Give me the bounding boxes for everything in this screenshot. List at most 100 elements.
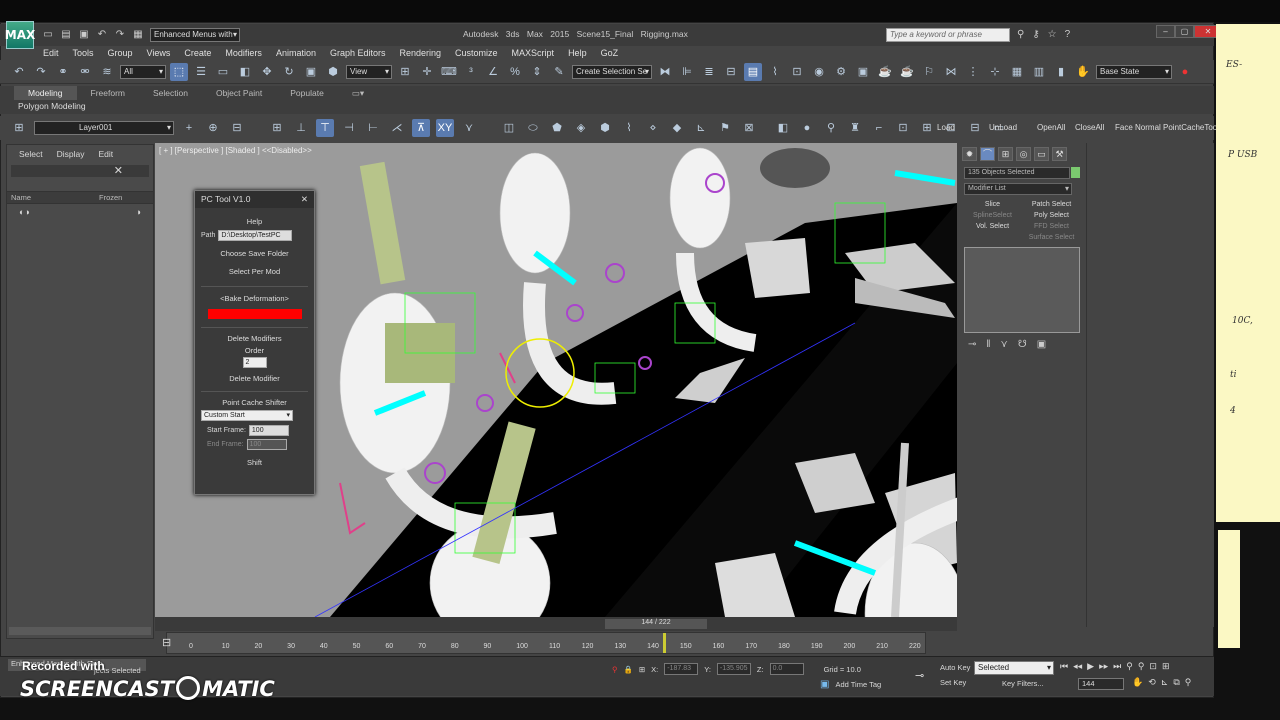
select-manipulate-icon[interactable]: ✛: [418, 63, 436, 81]
star-icon[interactable]: ☆: [1048, 29, 1057, 40]
minimize-icon[interactable]: –: [1156, 25, 1175, 38]
patch-select-button[interactable]: Patch Select: [1023, 201, 1080, 208]
slice-button[interactable]: Slice: [964, 201, 1021, 208]
layer-dropdown[interactable]: Layer001: [34, 121, 174, 135]
constraint-x-icon[interactable]: ⊤: [316, 119, 334, 137]
choose-folder-button[interactable]: Choose Save Folder: [195, 246, 314, 260]
render-frame-icon[interactable]: ▣: [854, 63, 872, 81]
auto-key-button[interactable]: Auto Key: [940, 663, 970, 672]
explorer-menu-edit[interactable]: Edit: [99, 149, 114, 159]
create-layer-icon[interactable]: +: [180, 119, 198, 137]
state-clapper-icon[interactable]: ▥: [1030, 63, 1048, 81]
plugin-icon-14[interactable]: ⚲: [822, 119, 840, 137]
window-crossing-icon[interactable]: ◧: [236, 63, 254, 81]
key-icon[interactable]: ⊸: [915, 669, 924, 682]
select-object-icon[interactable]: ⬚: [170, 63, 188, 81]
tab-populate[interactable]: Populate: [276, 86, 338, 100]
plugin-icon-6[interactable]: ⌇: [620, 119, 638, 137]
menu-graph-editors[interactable]: Graph Editors: [323, 46, 393, 60]
select-layer-icon[interactable]: ⊟: [228, 119, 246, 137]
ribbon-toggle-icon[interactable]: ▤: [744, 63, 762, 81]
render-icon[interactable]: ☕: [876, 63, 894, 81]
modify-tab-icon[interactable]: ⌒: [980, 147, 995, 161]
spinner-snap-icon[interactable]: ⇕: [528, 63, 546, 81]
select-by-name-icon[interactable]: ☰: [192, 63, 210, 81]
redo-icon[interactable]: ↷: [114, 29, 126, 41]
time-tag-icon[interactable]: ▣: [820, 679, 829, 690]
selection-name-field[interactable]: 135 Objects Selected: [964, 167, 1070, 179]
record-icon[interactable]: ●: [1176, 63, 1194, 81]
plugin-icon-9[interactable]: ⊾: [692, 119, 710, 137]
remove-modifier-icon[interactable]: ☋: [1018, 339, 1027, 350]
plugin-icon-10[interactable]: ⚑: [716, 119, 734, 137]
next-frame-icon[interactable]: ▸▸: [1099, 661, 1108, 672]
plugin-icon-15[interactable]: ♜: [846, 119, 864, 137]
current-frame-input[interactable]: 144: [1078, 678, 1124, 690]
maximize-viewport-icon[interactable]: ⧉: [1173, 677, 1179, 688]
face-normal-button[interactable]: Face Normal: [1115, 123, 1163, 132]
plugin-icon-5[interactable]: ⬢: [596, 119, 614, 137]
network-icon[interactable]: ⊹: [986, 63, 1004, 81]
edit-named-sel-icon[interactable]: ✎: [550, 63, 568, 81]
constraint-plane-icon[interactable]: ⊼: [412, 119, 430, 137]
undo-icon[interactable]: ↶: [96, 29, 108, 41]
zoom-extents-all-icon[interactable]: ⊞: [1162, 661, 1170, 672]
y-coord[interactable]: -135.905: [716, 663, 751, 675]
x-coord[interactable]: -187.83: [664, 663, 699, 675]
state-record-icon[interactable]: ▮: [1052, 63, 1070, 81]
openall-button[interactable]: OpenAll: [1037, 123, 1075, 132]
unload-button[interactable]: UnLoad: [989, 123, 1037, 132]
modifier-list-dropdown[interactable]: Modifier List: [964, 183, 1072, 195]
play-icon[interactable]: ▶: [1087, 661, 1094, 672]
create-tab-icon[interactable]: ✹: [962, 147, 977, 161]
time-slider[interactable]: 144 / 222: [155, 617, 957, 631]
new-file-icon[interactable]: ▭: [42, 29, 54, 41]
scene-explorer-icon[interactable]: ⊟: [722, 63, 740, 81]
redo-icon[interactable]: ↷: [32, 63, 50, 81]
explorer-scrollbar[interactable]: [9, 627, 151, 635]
open-file-icon[interactable]: ▤: [60, 29, 72, 41]
z-coord[interactable]: 0.0: [769, 663, 804, 675]
motion-tab-icon[interactable]: ◎: [1016, 147, 1031, 161]
search-input[interactable]: Type a keyword or phrase: [886, 28, 1010, 42]
delete-modifier-button[interactable]: Delete Modifier: [195, 371, 314, 385]
start-frame-input[interactable]: 100: [248, 425, 289, 436]
plugin-icon-2[interactable]: ⬭: [524, 119, 542, 137]
ribbon-options-icon[interactable]: ▭▾: [338, 86, 378, 100]
state-set-icon[interactable]: ▦: [1008, 63, 1026, 81]
select-per-mod-button[interactable]: Select Per Mod: [195, 264, 314, 278]
named-selection-dropdown[interactable]: Create Selection Se: [572, 65, 652, 79]
object-color-swatch[interactable]: [1071, 167, 1080, 178]
display-tab-icon[interactable]: ▭: [1034, 147, 1049, 161]
angle-snap-icon[interactable]: ∠: [484, 63, 502, 81]
order-dropdown[interactable]: 2: [242, 357, 267, 368]
render-setup-icon[interactable]: ⚙: [832, 63, 850, 81]
plugin-icon-1[interactable]: ◫: [500, 119, 518, 137]
modifier-stack[interactable]: [964, 247, 1080, 333]
curve-editor-icon[interactable]: ⌇: [766, 63, 784, 81]
schematic-view-icon[interactable]: ⊡: [788, 63, 806, 81]
workspace-dropdown[interactable]: Enhanced Menus with: [150, 28, 240, 42]
zoom-extents-icon[interactable]: ⊡: [1149, 661, 1157, 672]
xy-axis-icon[interactable]: XY: [436, 119, 454, 137]
render-iterative-icon[interactable]: ☕: [898, 63, 916, 81]
bake-deformation-button[interactable]: <Bake Deformation>: [195, 291, 314, 305]
save-icon[interactable]: ▣: [78, 29, 90, 41]
menu-help[interactable]: Help: [561, 46, 594, 60]
state-sets-dropdown[interactable]: Base State: [1096, 65, 1172, 79]
material-editor-icon[interactable]: ◉: [810, 63, 828, 81]
add-time-tag[interactable]: Add Time Tag: [835, 680, 881, 689]
pivot-center-icon[interactable]: ⊞: [396, 63, 414, 81]
mirror-icon[interactable]: ⧓: [656, 63, 674, 81]
ref-coord-dropdown[interactable]: View: [346, 65, 392, 79]
place-icon[interactable]: ⬢: [324, 63, 342, 81]
mini-curve-icon[interactable]: ⊟: [162, 636, 171, 649]
plugin-icon-11[interactable]: ⊠: [740, 119, 758, 137]
pc-path-input[interactable]: D:\Desktop\TestPC: [218, 230, 293, 241]
utilities-tab-icon[interactable]: ⚒: [1052, 147, 1067, 161]
scale-icon[interactable]: ▣: [302, 63, 320, 81]
isolate-icon[interactable]: ⚲: [612, 665, 618, 674]
menu-rendering[interactable]: Rendering: [393, 46, 449, 60]
maximize-icon[interactable]: ▢: [1175, 25, 1194, 38]
layer-manager-icon[interactable]: ≣: [700, 63, 718, 81]
